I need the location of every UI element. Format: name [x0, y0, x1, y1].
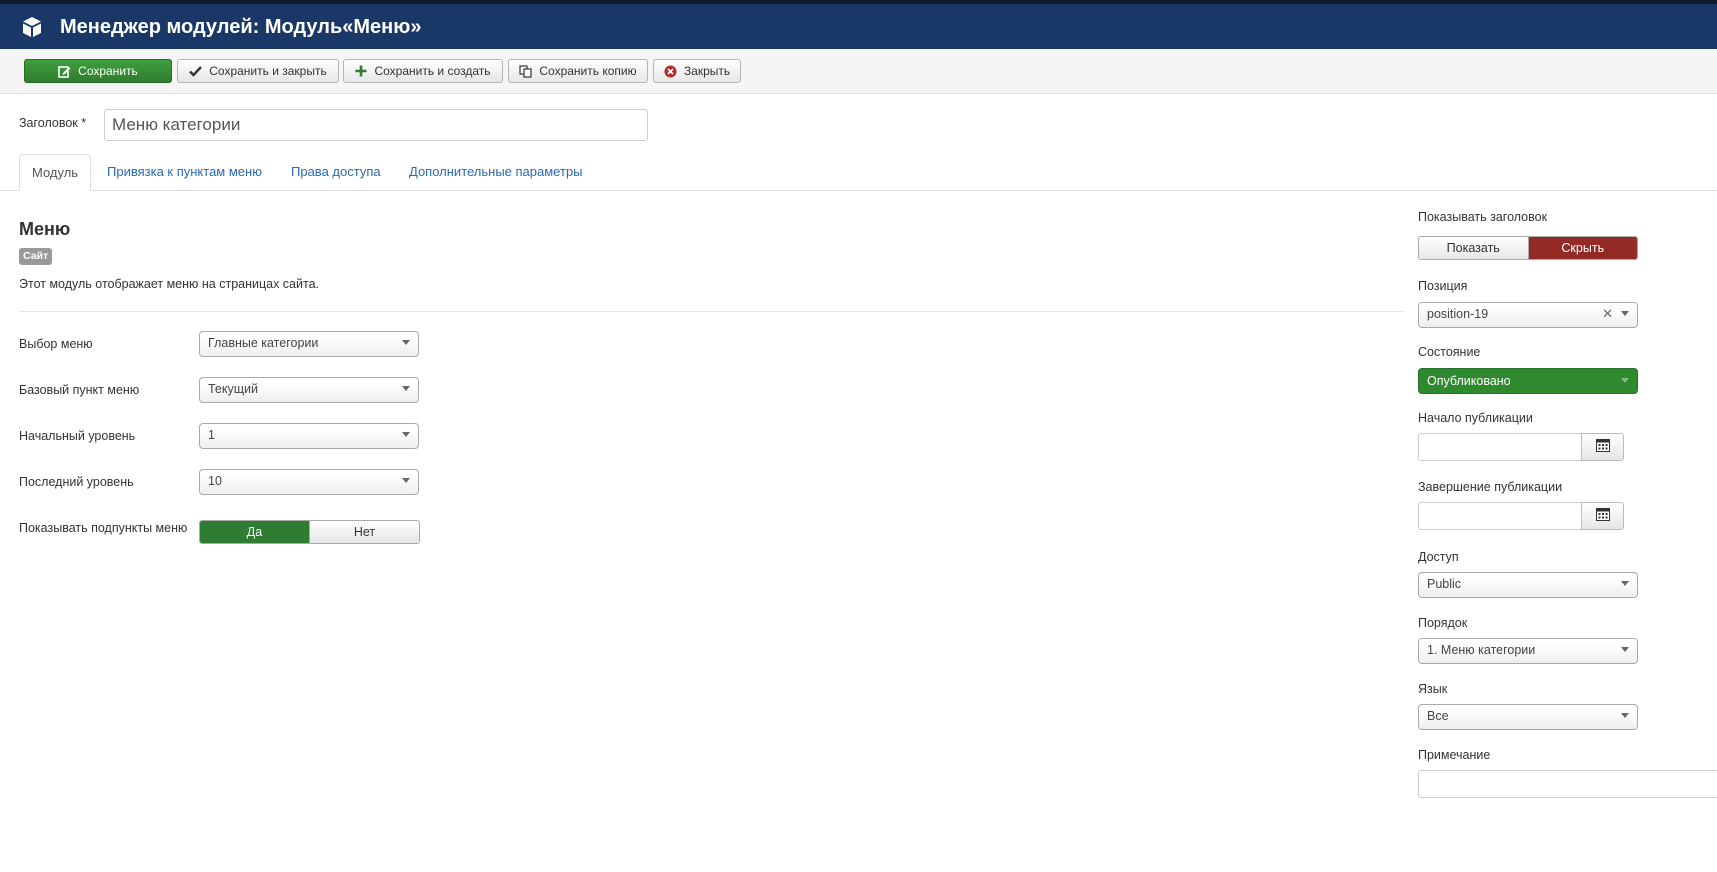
chevron-down-icon [1621, 647, 1629, 652]
close-circle-icon [664, 65, 677, 78]
tab-module[interactable]: Модуль [19, 154, 92, 191]
ordering-select[interactable]: 1. Меню категории [1418, 638, 1638, 664]
chevron-down-icon [402, 340, 410, 345]
menu-select-label: Выбор меню [19, 337, 93, 351]
show-subitems-yes[interactable]: Да [200, 521, 309, 543]
note-input[interactable] [1418, 770, 1717, 798]
module-title: Меню [19, 219, 71, 239]
show-title-hide[interactable]: Скрыть [1527, 237, 1637, 259]
site-badge: Сайт [19, 248, 53, 265]
show-subitems-toggle: Да Нет [199, 520, 420, 544]
page-header: Менеджер модулей: Модуль«Меню» [0, 4, 1717, 49]
show-title-show[interactable]: Показать [1419, 237, 1528, 259]
access-label: Доступ [1418, 550, 1459, 564]
tab-permissions[interactable]: Права доступа [279, 154, 393, 190]
show-subitems-no[interactable]: Нет [309, 521, 419, 543]
save-copy-label: Сохранить копию [539, 64, 637, 78]
start-level-value: 1 [208, 428, 215, 442]
section-divider [19, 311, 1404, 312]
end-level-label: Последний уровень [19, 475, 134, 489]
position-value: position-19 [1427, 307, 1489, 321]
save-new-label: Сохранить и создать [374, 64, 491, 78]
menu-select-value: Главные категории [208, 336, 319, 350]
plus-icon [355, 65, 367, 77]
language-select[interactable]: Все [1418, 704, 1638, 730]
publish-up-calendar-button[interactable] [1581, 433, 1624, 461]
base-item-value: Текущий [208, 382, 258, 396]
menu-select[interactable]: Главные категории [199, 331, 419, 357]
state-select[interactable]: Опубликовано [1418, 368, 1638, 394]
chevron-down-icon [402, 386, 410, 391]
cube-icon [20, 15, 44, 39]
save-copy-button[interactable]: Сохранить копию [508, 59, 648, 83]
module-description: Этот модуль отображает меню на страницах… [19, 277, 320, 291]
clear-icon[interactable]: ✕ [1602, 306, 1613, 322]
chevron-down-icon [1621, 311, 1629, 316]
chevron-down-icon [1621, 378, 1629, 383]
base-item-label: Базовый пункт меню [19, 383, 140, 397]
chevron-down-icon [1621, 581, 1629, 586]
tab-menu-assignment[interactable]: Привязка к пунктам меню [95, 154, 274, 190]
language-label: Язык [1418, 682, 1448, 696]
page-title: Менеджер модулей: Модуль«Меню» [60, 16, 422, 38]
access-select[interactable]: Public [1418, 572, 1638, 598]
close-button[interactable]: Закрыть [653, 59, 741, 83]
access-value: Public [1427, 577, 1462, 591]
position-select[interactable]: position-19 ✕ [1418, 302, 1638, 328]
end-level-value: 10 [208, 474, 222, 488]
state-value: Опубликовано [1427, 374, 1511, 388]
publish-up-label: Начало публикации [1418, 411, 1533, 425]
base-item-select[interactable]: Текущий [199, 377, 419, 403]
save-close-button[interactable]: Сохранить и закрыть [177, 59, 339, 83]
tab-bar: Модуль Привязка к пунктам меню Права дос… [0, 154, 1717, 191]
toolbar: Сохранить Сохранить и закрыть Сохранить … [0, 49, 1717, 94]
position-label: Позиция [1418, 279, 1468, 293]
chevron-down-icon [402, 478, 410, 483]
calendar-icon [1595, 439, 1610, 455]
publish-down-input[interactable] [1418, 502, 1582, 530]
save-new-button[interactable]: Сохранить и создать [343, 59, 503, 83]
show-title-label: Показывать заголовок [1418, 210, 1548, 224]
copy-icon [519, 64, 532, 78]
publish-down-calendar-button[interactable] [1581, 502, 1624, 530]
check-icon [189, 65, 203, 77]
ordering-value: 1. Меню категории [1427, 643, 1536, 657]
chevron-down-icon [1621, 713, 1629, 718]
note-label: Примечание [1418, 748, 1491, 762]
calendar-icon [1595, 508, 1610, 524]
ordering-label: Порядок [1418, 616, 1468, 630]
start-level-label: Начальный уровень [19, 429, 136, 443]
save-close-label: Сохранить и закрыть [209, 64, 327, 78]
save-button-label: Сохранить [78, 64, 138, 78]
language-value: Все [1427, 709, 1449, 723]
close-button-label: Закрыть [683, 64, 731, 78]
edit-icon [58, 65, 71, 78]
chevron-down-icon [402, 432, 410, 437]
publish-down-label: Завершение публикации [1418, 480, 1563, 494]
tab-advanced[interactable]: Дополнительные параметры [397, 154, 595, 190]
title-field-label: Заголовок * [19, 116, 87, 130]
show-title-toggle: Показать Скрыть [1418, 236, 1638, 260]
start-level-select[interactable]: 1 [199, 423, 419, 449]
show-subitems-label: Показывать подпункты меню [19, 521, 188, 535]
publish-up-input[interactable] [1418, 433, 1582, 461]
title-input[interactable] [104, 109, 648, 141]
end-level-select[interactable]: 10 [199, 469, 419, 495]
state-label: Состояние [1418, 345, 1481, 359]
save-button[interactable]: Сохранить [24, 59, 172, 83]
